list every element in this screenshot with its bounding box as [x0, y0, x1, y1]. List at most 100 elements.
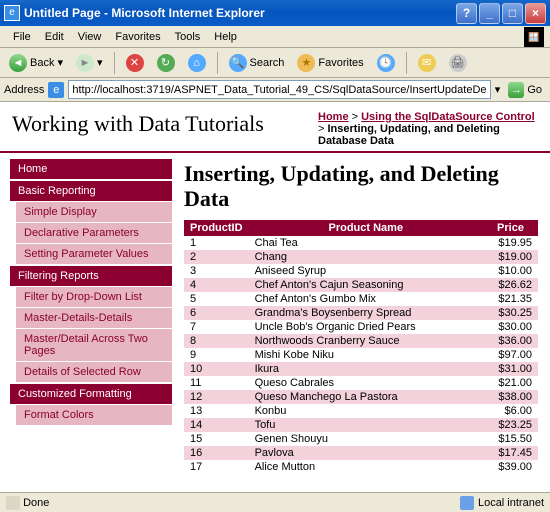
col-productname: Product Name [249, 220, 483, 236]
favorites-button[interactable]: ★Favorites [292, 51, 368, 75]
breadcrumb-current: Inserting, Updating, and Deleting Databa… [318, 123, 500, 147]
table-row: 7Uncle Bob's Organic Dried Pears$30.00 [184, 320, 538, 334]
menu-view[interactable]: View [71, 29, 109, 45]
table-row: 16Pavlova$17.45 [184, 446, 538, 460]
menu-help[interactable]: Help [207, 29, 244, 45]
nav-item[interactable]: Filter by Drop-Down List [16, 286, 172, 307]
menu-tools[interactable]: Tools [168, 29, 208, 45]
nav-item[interactable]: Master/Detail Across Two Pages [16, 328, 172, 361]
nav-section[interactable]: Basic Reporting [10, 181, 172, 201]
table-cell: $21.00 [483, 376, 538, 390]
search-icon: 🔍 [229, 54, 247, 72]
home-button[interactable]: ⌂ [183, 51, 211, 75]
table-row: 5Chef Anton's Gumbo Mix$21.35 [184, 292, 538, 306]
menu-favorites[interactable]: Favorites [108, 29, 167, 45]
breadcrumb-section[interactable]: Using the SqlDataSource Control [361, 111, 535, 123]
stop-button[interactable]: ✕ [121, 51, 149, 75]
table-cell: $26.62 [483, 278, 538, 292]
table-row: 1Chai Tea$19.95 [184, 236, 538, 250]
done-icon [6, 496, 20, 510]
table-cell: $6.00 [483, 404, 538, 418]
col-productid: ProductID [184, 220, 249, 236]
breadcrumb: Home > Using the SqlDataSource Control >… [318, 111, 538, 147]
nav-item[interactable]: Setting Parameter Values [16, 243, 172, 264]
table-row: 11Queso Cabrales$21.00 [184, 376, 538, 390]
table-cell: Pavlova [249, 446, 483, 460]
stop-icon: ✕ [126, 54, 144, 72]
table-cell: $21.35 [483, 292, 538, 306]
table-row: 15Genen Shouyu$15.50 [184, 432, 538, 446]
table-cell: $30.00 [483, 320, 538, 334]
history-button[interactable]: 🕓 [372, 51, 400, 75]
table-cell: Tofu [249, 418, 483, 432]
table-row: 2Chang$19.00 [184, 250, 538, 264]
nav-item[interactable]: Master-Details-Details [16, 307, 172, 328]
table-cell: Alice Mutton [249, 460, 483, 474]
nav-item[interactable]: Simple Display [16, 201, 172, 222]
nav-item[interactable]: Format Colors [16, 404, 172, 425]
go-button[interactable]: →Go [504, 80, 546, 100]
table-cell: 1 [184, 236, 249, 250]
close-button[interactable]: × [525, 3, 546, 24]
table-cell: 3 [184, 264, 249, 278]
go-icon: → [508, 82, 524, 98]
products-table: ProductID Product Name Price 1Chai Tea$1… [184, 220, 538, 474]
ie-icon: e [4, 5, 20, 21]
table-cell: 10 [184, 362, 249, 376]
breadcrumb-home[interactable]: Home [318, 111, 349, 123]
toolbar: ◄Back ▾ ►▾ ✕ ↻ ⌂ 🔍Search ★Favorites 🕓 ✉ … [0, 48, 550, 78]
history-icon: 🕓 [377, 54, 395, 72]
maximize-button[interactable]: □ [502, 3, 523, 24]
page-heading: Inserting, Updating, and Deleting Data [184, 161, 538, 212]
table-cell: $17.45 [483, 446, 538, 460]
nav-item[interactable]: Declarative Parameters [16, 222, 172, 243]
table-cell: $38.00 [483, 390, 538, 404]
nav-section[interactable]: Customized Formatting [10, 384, 172, 404]
forward-button[interactable]: ►▾ [71, 51, 108, 75]
address-dropdown[interactable]: ▾ [495, 83, 501, 96]
mail-button[interactable]: ✉ [413, 51, 441, 75]
table-cell: 12 [184, 390, 249, 404]
forward-icon: ► [76, 54, 94, 72]
nav-section[interactable]: Filtering Reports [10, 266, 172, 286]
separator [114, 52, 115, 74]
table-cell: 15 [184, 432, 249, 446]
table-cell: Konbu [249, 404, 483, 418]
table-cell: $39.00 [483, 460, 538, 474]
table-cell: $23.25 [483, 418, 538, 432]
page-header: Working with Data Tutorials Home > Using… [0, 103, 550, 153]
table-cell: 2 [184, 250, 249, 264]
refresh-button[interactable]: ↻ [152, 51, 180, 75]
status-bar: Done Local intranet [0, 492, 550, 512]
minimize-button[interactable]: _ [479, 3, 500, 24]
help-window-button[interactable]: ? [456, 3, 477, 24]
table-cell: 16 [184, 446, 249, 460]
table-row: 17Alice Mutton$39.00 [184, 460, 538, 474]
print-button[interactable]: 🖨 [444, 51, 472, 75]
table-row: 9Mishi Kobe Niku$97.00 [184, 348, 538, 362]
search-button[interactable]: 🔍Search [224, 51, 290, 75]
nav-item[interactable]: Details of Selected Row [16, 361, 172, 382]
table-cell: $19.95 [483, 236, 538, 250]
table-cell: Genen Shouyu [249, 432, 483, 446]
table-row: 8Northwoods Cranberry Sauce$36.00 [184, 334, 538, 348]
nav-section[interactable]: Home [10, 159, 172, 179]
table-cell: 5 [184, 292, 249, 306]
title-bar: e Untitled Page - Microsoft Internet Exp… [0, 0, 550, 26]
table-row: 4Chef Anton's Cajun Seasoning$26.62 [184, 278, 538, 292]
table-cell: $19.00 [483, 250, 538, 264]
menu-edit[interactable]: Edit [38, 29, 71, 45]
table-cell: $30.25 [483, 306, 538, 320]
menu-file[interactable]: File [6, 29, 38, 45]
page-icon: e [48, 82, 64, 98]
ie-throbber-icon: 🪟 [524, 27, 544, 47]
back-button[interactable]: ◄Back ▾ [4, 51, 68, 75]
table-cell: Chang [249, 250, 483, 264]
table-cell: Northwoods Cranberry Sauce [249, 334, 483, 348]
table-cell: Ikura [249, 362, 483, 376]
address-bar: Address e ▾ →Go [0, 78, 550, 102]
table-row: 14Tofu$23.25 [184, 418, 538, 432]
menu-bar: File Edit View Favorites Tools Help 🪟 [0, 26, 550, 48]
refresh-icon: ↻ [157, 54, 175, 72]
address-input[interactable] [68, 80, 490, 99]
